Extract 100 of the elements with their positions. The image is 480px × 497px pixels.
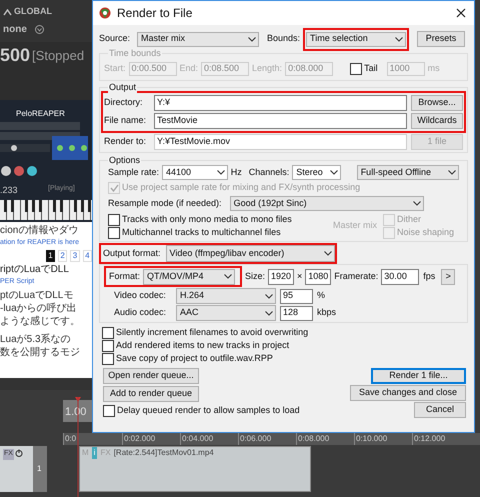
page-link[interactable]: 2 [58,250,68,262]
track-number: 1 [36,463,42,475]
unit-label: Hz [230,166,242,179]
screenshot-time: .233 [0,184,18,197]
dropdown[interactable]: Video (ffmpeg/libav encoder) [166,245,335,262]
add-to-queue-button[interactable]: Add to render queue [103,386,199,402]
save-close-button[interactable]: Save changes and close [350,385,466,401]
post-text: ptのLuaでDLLモ [0,290,74,302]
caret-icon [3,8,12,16]
dropdown[interactable]: Full-speed Offline [356,165,459,180]
page-link[interactable]: 4 [82,250,92,262]
render-button[interactable]: Render 1 file... [371,368,466,384]
chevron-icon [216,170,225,175]
framerate-field[interactable]: 30.00 [381,268,420,284]
dropdown[interactable]: Time selection [306,32,406,46]
chevron-icon [330,170,338,175]
file-name-field[interactable]: TestMovie [154,113,407,129]
field-label: Render to: [104,135,148,148]
article-text: cionの情報やダウ [0,225,78,237]
page-link[interactable]: 3 [70,250,80,262]
cancel-button[interactable]: Cancel [414,402,466,418]
dropdown[interactable]: Master mix [137,32,259,46]
field-label: Source: [99,32,132,46]
field-label: Start: [104,62,126,76]
times-label: × [297,270,302,283]
unit-label: % [317,289,326,302]
window-title: Render to File [117,5,194,22]
checkbox-label: Noise shaping [397,226,454,239]
dropdown[interactable]: QT/MOV/MP4 [143,268,236,284]
chevron-icon [265,294,273,298]
field-label: Output format: [103,246,161,260]
chevron-icon [412,201,421,206]
directory-field[interactable]: Y:¥ [154,95,407,111]
field-label: Video codec: [114,289,167,302]
chevron-icon [448,170,456,175]
browse-button[interactable]: Browse... [411,95,463,111]
wildcards-button[interactable]: Wildcards [411,113,463,129]
bitrate-field[interactable]: 128 [280,306,313,320]
checkbox[interactable] [103,404,115,416]
checkbox-label: Tracks with only mono media to mono files [122,212,292,226]
width-field[interactable]: 1920 [268,268,294,284]
open-queue-button[interactable]: Open render queue... [103,368,199,384]
field-label: Audio codec: [114,306,168,320]
transport-state: [Stopped [32,49,84,62]
checkbox[interactable] [102,326,114,338]
preset-label: none [3,22,27,37]
checkbox-label: Save copy of project to outfile.wav.RPP [116,352,273,365]
dropdown[interactable]: H.264 [176,288,276,304]
render-path-field[interactable]: Y:¥TestMovie.mov [154,134,407,150]
app-logo-icon [99,7,111,19]
screenshot-title: PeloREAPER [16,108,65,120]
post-text: Luaが5.3系なの [0,334,71,346]
dropdown[interactable]: Stereo [292,165,341,180]
quality-field[interactable]: 95 [280,288,313,304]
more-button[interactable]: > [441,268,456,284]
group-title: Output [108,81,138,94]
chevron-icon [395,36,404,42]
field-label: Channels: [248,166,290,179]
chevron-icon [248,36,256,42]
checkbox[interactable] [102,352,114,364]
power-icon [14,449,23,457]
group-title: Options [108,154,142,168]
presets-button[interactable]: Presets [417,31,466,47]
post-text: 数を公開するモジ [0,347,80,359]
dropdown[interactable]: AAC [176,305,276,321]
field-label: End: [180,62,198,76]
checkbox-label: Tail [364,62,378,76]
field-label: Framerate: [334,270,378,283]
chevron-icon [224,274,232,279]
checkbox-label: Multichannel tracks to multichannel files [122,226,281,239]
field-label: Size: [245,270,266,283]
post-text: -luaからの呼び出 [0,303,77,315]
close-icon [456,8,466,18]
page-link[interactable]: 1 [46,250,55,262]
field-label: Format: [109,270,140,283]
checkbox-label: Silently increment filenames to avoid overwriting [116,326,308,339]
unit-label: kbps [317,306,336,320]
post-text: ような感じです。 [0,316,80,328]
checkbox[interactable] [108,214,120,226]
checkbox-label: Add rendered items to new tracks in project [116,338,290,352]
dropdown-icon [34,24,44,34]
checkbox-label: Use project sample rate for mixing and FX/synth processing [122,180,360,194]
global-label: GLOBAL [14,5,52,18]
checkbox[interactable] [102,340,114,352]
field-label: Sample rate: [108,166,160,179]
checkbox[interactable] [108,226,120,238]
field-label: File name: [104,114,148,128]
dropdown[interactable]: Good (192pt Sinc) [230,196,424,211]
chevron-icon [265,310,273,316]
unit-label: fps [423,270,436,283]
field-label: Length: [252,62,282,76]
dropdown[interactable]: 44100 [162,165,228,180]
unit-label: ms [428,62,440,76]
field-label: Directory: [104,96,144,110]
checkbox-label: Dither [397,212,422,226]
item-name: [Rate:2.544]TestMov01.mp4 [114,447,214,459]
height-field[interactable]: 1080 [305,268,332,284]
post-title[interactable]: riptのLuaでDLL [0,264,69,276]
field-label: Bounds: [267,32,300,46]
section-label: Master mix [333,219,378,232]
